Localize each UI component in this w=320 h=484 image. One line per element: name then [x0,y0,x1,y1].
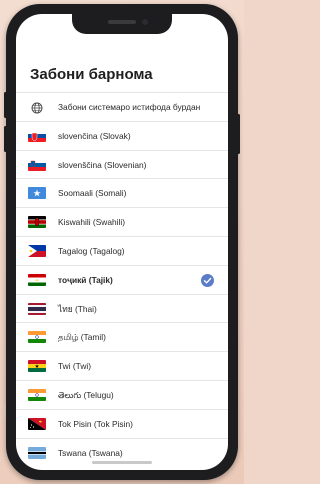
selected-check-icon [201,273,214,287]
volume-button [4,92,7,118]
app-screen: Забони барнома Забони системаро истифода… [16,14,228,470]
flag-slovenia-icon [28,158,46,171]
language-label: Twi (Twi) [58,361,92,372]
flag-tajikistan-icon [28,273,46,286]
language-label: Soomaali (Somali) [58,188,127,199]
language-label: тоҷикӣ (Tajik) [58,274,113,285]
language-option-tajik[interactable]: тоҷикӣ (Tajik) [16,264,228,294]
language-option-swahili[interactable]: Kiswahili (Swahili) [16,207,228,236]
language-option-tagalog[interactable]: Tagalog (Tagalog) [16,235,228,265]
language-label: Tagalog (Tagalog) [58,245,125,256]
flag-botswana-icon [28,446,46,459]
notch [72,14,172,34]
flag-india-icon [28,388,46,401]
language-label: Kiswahili (Swahili) [58,217,126,228]
flag-somalia-icon [28,187,46,200]
language-label: தமிழ் (Tamil) [58,332,106,343]
language-option-telugu[interactable]: తెలుగు (Telugu) [16,379,228,409]
language-label: Забони системаро истифода бурдан [58,102,201,112]
language-option-slovak[interactable]: slovenčina (Slovak) [16,120,228,150]
language-option-system[interactable]: Забони системаро истифода бурдан [16,92,228,121]
language-label: తెలుగు (Telugu) [58,389,114,400]
language-label: ไทย (Thai) [58,303,97,314]
flag-papua-new-guinea-icon [28,417,46,430]
home-indicator [92,461,152,464]
flag-thailand-icon [28,302,46,315]
flag-kenya-icon [28,216,46,229]
power-button [237,114,240,154]
globe-icon [31,102,43,114]
language-option-twi[interactable]: Twi (Twi) [16,351,228,380]
language-label: Tok Pisin (Tok Pisin) [58,418,133,429]
camera [142,19,148,25]
language-option-slovenian[interactable]: slovenščina (Slovenian) [16,149,228,179]
language-option-thai[interactable]: ไทย (Thai) [16,293,228,323]
speaker [108,20,136,24]
page-title: Забони барнома [30,66,153,83]
language-label: slovenščina (Slovenian) [58,159,147,170]
volume-button [4,126,7,152]
language-option-tok-pisin[interactable]: Tok Pisin (Tok Pisin) [16,408,228,438]
flag-slovakia-icon [28,129,46,142]
phone-frame: Забони барнома Забони системаро истифода… [4,4,240,480]
language-label: slovenčina (Slovak) [58,130,131,141]
language-option-tamil[interactable]: தமிழ் (Tamil) [16,322,228,351]
flag-ghana-icon [28,360,46,373]
flag-philippines-icon [28,244,46,257]
language-option-somali[interactable]: Soomaali (Somali) [16,178,228,207]
flag-india-icon [28,331,46,344]
language-list: Забони системаро истифода бурдан slovenč… [16,92,228,466]
